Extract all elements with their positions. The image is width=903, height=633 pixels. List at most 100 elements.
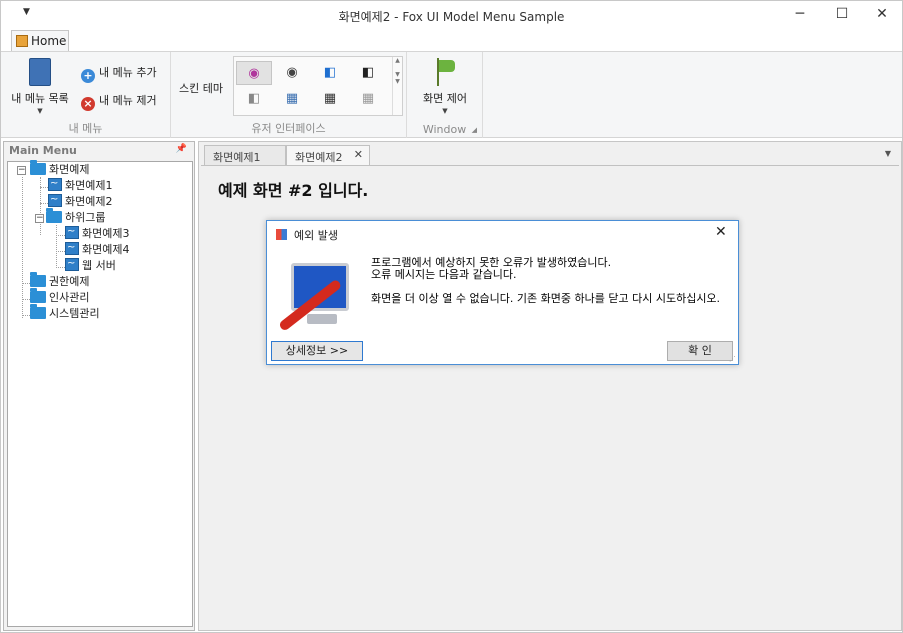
tab-home-label: Home <box>31 34 67 48</box>
tab-home[interactable]: Home <box>11 30 69 52</box>
skin-theme-option-4[interactable]: ◧ <box>350 61 386 85</box>
chevron-down-icon: ▼ <box>37 107 43 115</box>
tree-item[interactable]: 시스템관리 <box>30 304 100 322</box>
home-icon <box>16 35 28 47</box>
tiles-gray-icon: ▦ <box>361 91 375 106</box>
tree-item[interactable]: 웹 서버 <box>65 256 116 274</box>
doc-tab-label: 화면예제1 <box>213 151 261 164</box>
ribbon-group-my-menu: 내 메뉴 목록 ▼ + 내 메뉴 추가 × 내 메뉴 제거 내 메뉴 <box>1 52 171 138</box>
skin-theme-option-5[interactable]: ◧ <box>236 87 272 111</box>
main-menu-panel: Main Menu 📌 − 화면예제 화면예제1 화면예제2 − 하위그룹 화면… <box>3 141 195 631</box>
details-button[interactable]: 상세정보 >> <box>271 341 363 361</box>
tree-item-label: 화면예제 <box>49 163 90 176</box>
office-black-icon: ◧ <box>361 65 375 80</box>
resize-grip-icon[interactable]: ⋰ <box>729 355 736 363</box>
folder-icon <box>30 304 46 319</box>
minimize-button[interactable]: ─ <box>779 1 821 29</box>
title-bar: ▼ 화면예제2 - Fox UI Model Menu Sample ─ ☐ ✕ <box>1 1 902 29</box>
remove-my-menu-button[interactable]: × 내 메뉴 제거 <box>81 92 157 111</box>
app-icon <box>276 229 287 240</box>
tiles-blue-icon: ▦ <box>285 91 299 106</box>
skin-theme-label: 스킨 테마 <box>179 82 223 95</box>
ribbon: 내 메뉴 목록 ▼ + 내 메뉴 추가 × 내 메뉴 제거 내 메뉴 스킨 테마 ◉… <box>1 51 902 138</box>
dialog-title: 예외 발생 <box>294 229 338 242</box>
dialog-close-icon[interactable]: ✕ <box>715 224 727 240</box>
add-circle-icon: + <box>81 69 95 83</box>
ribbon-tab-strip: Home <box>1 29 902 52</box>
screen-control-button[interactable]: 화면 제어 ▼ <box>415 58 475 115</box>
remove-my-menu-label: 내 메뉴 제거 <box>99 94 157 107</box>
tree-item[interactable]: 화면예제2 <box>48 192 113 210</box>
skin-theme-option-7[interactable]: ▦ <box>312 87 348 111</box>
screen-icon <box>48 192 62 208</box>
menu-tree: − 화면예제 화면예제1 화면예제2 − 하위그룹 화면예제3 화면예제4 웹 … <box>7 160 193 627</box>
book-icon <box>29 58 51 86</box>
folder-icon <box>30 160 46 175</box>
add-my-menu-button[interactable]: + 내 메뉴 추가 <box>81 64 157 83</box>
theme-circle-dark-icon: ◉ <box>286 65 298 80</box>
dialog-title-bar: 예외 발생 ✕ <box>267 221 738 247</box>
pin-icon[interactable]: 📌 <box>176 144 187 154</box>
screen-icon <box>65 256 79 272</box>
error-message: 프로그램에서 예상하지 못한 오류가 발생하였습니다. 오류 메시지는 다음과 … <box>371 257 731 305</box>
app-window: ▼ 화면예제2 - Fox UI Model Menu Sample ─ ☐ ✕… <box>0 0 903 633</box>
window-title: 화면예제2 - Fox UI Model Menu Sample <box>338 10 565 24</box>
skin-theme-gallery: ◉ ◉ ◧ ◧ ◧ ▦ ▦ ▦ ▲ ▼ ▼ <box>233 56 403 116</box>
tree-collapse-icon[interactable]: − <box>17 166 26 175</box>
page-heading: 예제 화면 #2 입니다. <box>218 181 369 200</box>
tree-item[interactable]: 인사관리 <box>30 288 90 306</box>
tree-item-label: 화면예제2 <box>65 195 113 208</box>
skin-theme-option-2[interactable]: ◉ <box>274 61 310 85</box>
tree-item-label: 화면예제4 <box>82 243 130 256</box>
tree-item-label: 권한예제 <box>49 275 90 288</box>
skin-theme-option-8[interactable]: ▦ <box>350 87 386 111</box>
dialog-body: 프로그램에서 예상하지 못한 오류가 발생하였습니다. 오류 메시지는 다음과 … <box>267 247 738 364</box>
close-button[interactable]: ✕ <box>861 1 903 29</box>
flag-icon <box>433 58 457 86</box>
main-menu-header: Main Menu 📌 <box>4 142 194 160</box>
tree-item[interactable]: 하위그룹 <box>46 208 105 226</box>
office-gray-icon: ◧ <box>247 91 261 106</box>
tree-item-label: 화면예제1 <box>65 179 113 192</box>
doc-tab-label: 화면예제2 <box>295 151 343 164</box>
repair-monitor-icon <box>277 261 355 332</box>
doc-tab-2[interactable]: 화면예제2 ✕ <box>286 145 370 165</box>
screen-control-label: 화면 제어 <box>423 92 467 105</box>
dialog-launcher-icon[interactable]: ◢ <box>472 126 477 134</box>
tiles-dark-icon: ▦ <box>323 91 337 106</box>
folder-icon <box>30 272 46 287</box>
tree-item-label: 화면예제3 <box>82 227 130 240</box>
error-message-line: 오류 메시지는 다음과 같습니다. <box>371 268 517 281</box>
office-blue-icon: ◧ <box>323 65 337 80</box>
tree-item-label: 시스템관리 <box>49 307 100 320</box>
my-menu-list-button[interactable]: 내 메뉴 목록 ▼ <box>7 58 73 115</box>
document-area: 화면예제1 화면예제2 ✕ ▼ 예제 화면 #2 입니다. <box>198 141 902 631</box>
tree-item-label: 인사관리 <box>49 291 90 304</box>
gallery-scrollbar[interactable]: ▲ ▼ ▼ <box>392 57 402 115</box>
skin-theme-option-3[interactable]: ◧ <box>312 61 348 85</box>
ribbon-group-user-interface: 스킨 테마 ◉ ◉ ◧ ◧ ◧ ▦ ▦ ▦ ▲ ▼ ▼ 유저 인터페이스 <box>171 52 407 138</box>
group-label-my-menu: 내 메뉴 <box>68 122 103 135</box>
exception-dialog: 예외 발생 ✕ 프로그램에서 예상하지 못한 오류가 발생하였습니다. 오류 메… <box>266 220 739 365</box>
ok-button[interactable]: 확 인 <box>667 341 733 361</box>
tree-item[interactable]: 화면예제 <box>30 160 90 178</box>
chevron-down-icon: ▼ <box>442 107 448 115</box>
folder-icon <box>46 208 62 223</box>
add-my-menu-label: 내 메뉴 추가 <box>99 66 157 79</box>
close-tab-icon[interactable]: ✕ <box>354 148 363 161</box>
my-menu-list-label: 내 메뉴 목록 <box>11 92 69 105</box>
tree-collapse-icon[interactable]: − <box>35 214 44 223</box>
maximize-button[interactable]: ☐ <box>821 1 863 29</box>
remove-circle-icon: × <box>81 97 95 111</box>
screen-icon <box>65 240 79 256</box>
skin-theme-option-6[interactable]: ▦ <box>274 87 310 111</box>
screen-icon <box>48 176 62 192</box>
skin-theme-option-1[interactable]: ◉ <box>236 61 272 85</box>
tab-list-dropdown-icon[interactable]: ▼ <box>885 149 891 158</box>
group-label-user-interface: 유저 인터페이스 <box>251 122 326 135</box>
screen-icon <box>65 224 79 240</box>
tree-item-label: 웹 서버 <box>82 259 116 272</box>
tree-item[interactable]: 권한예제 <box>30 272 90 290</box>
doc-tab-1[interactable]: 화면예제1 <box>204 145 286 165</box>
theme-circle-icon: ◉ <box>248 66 260 81</box>
